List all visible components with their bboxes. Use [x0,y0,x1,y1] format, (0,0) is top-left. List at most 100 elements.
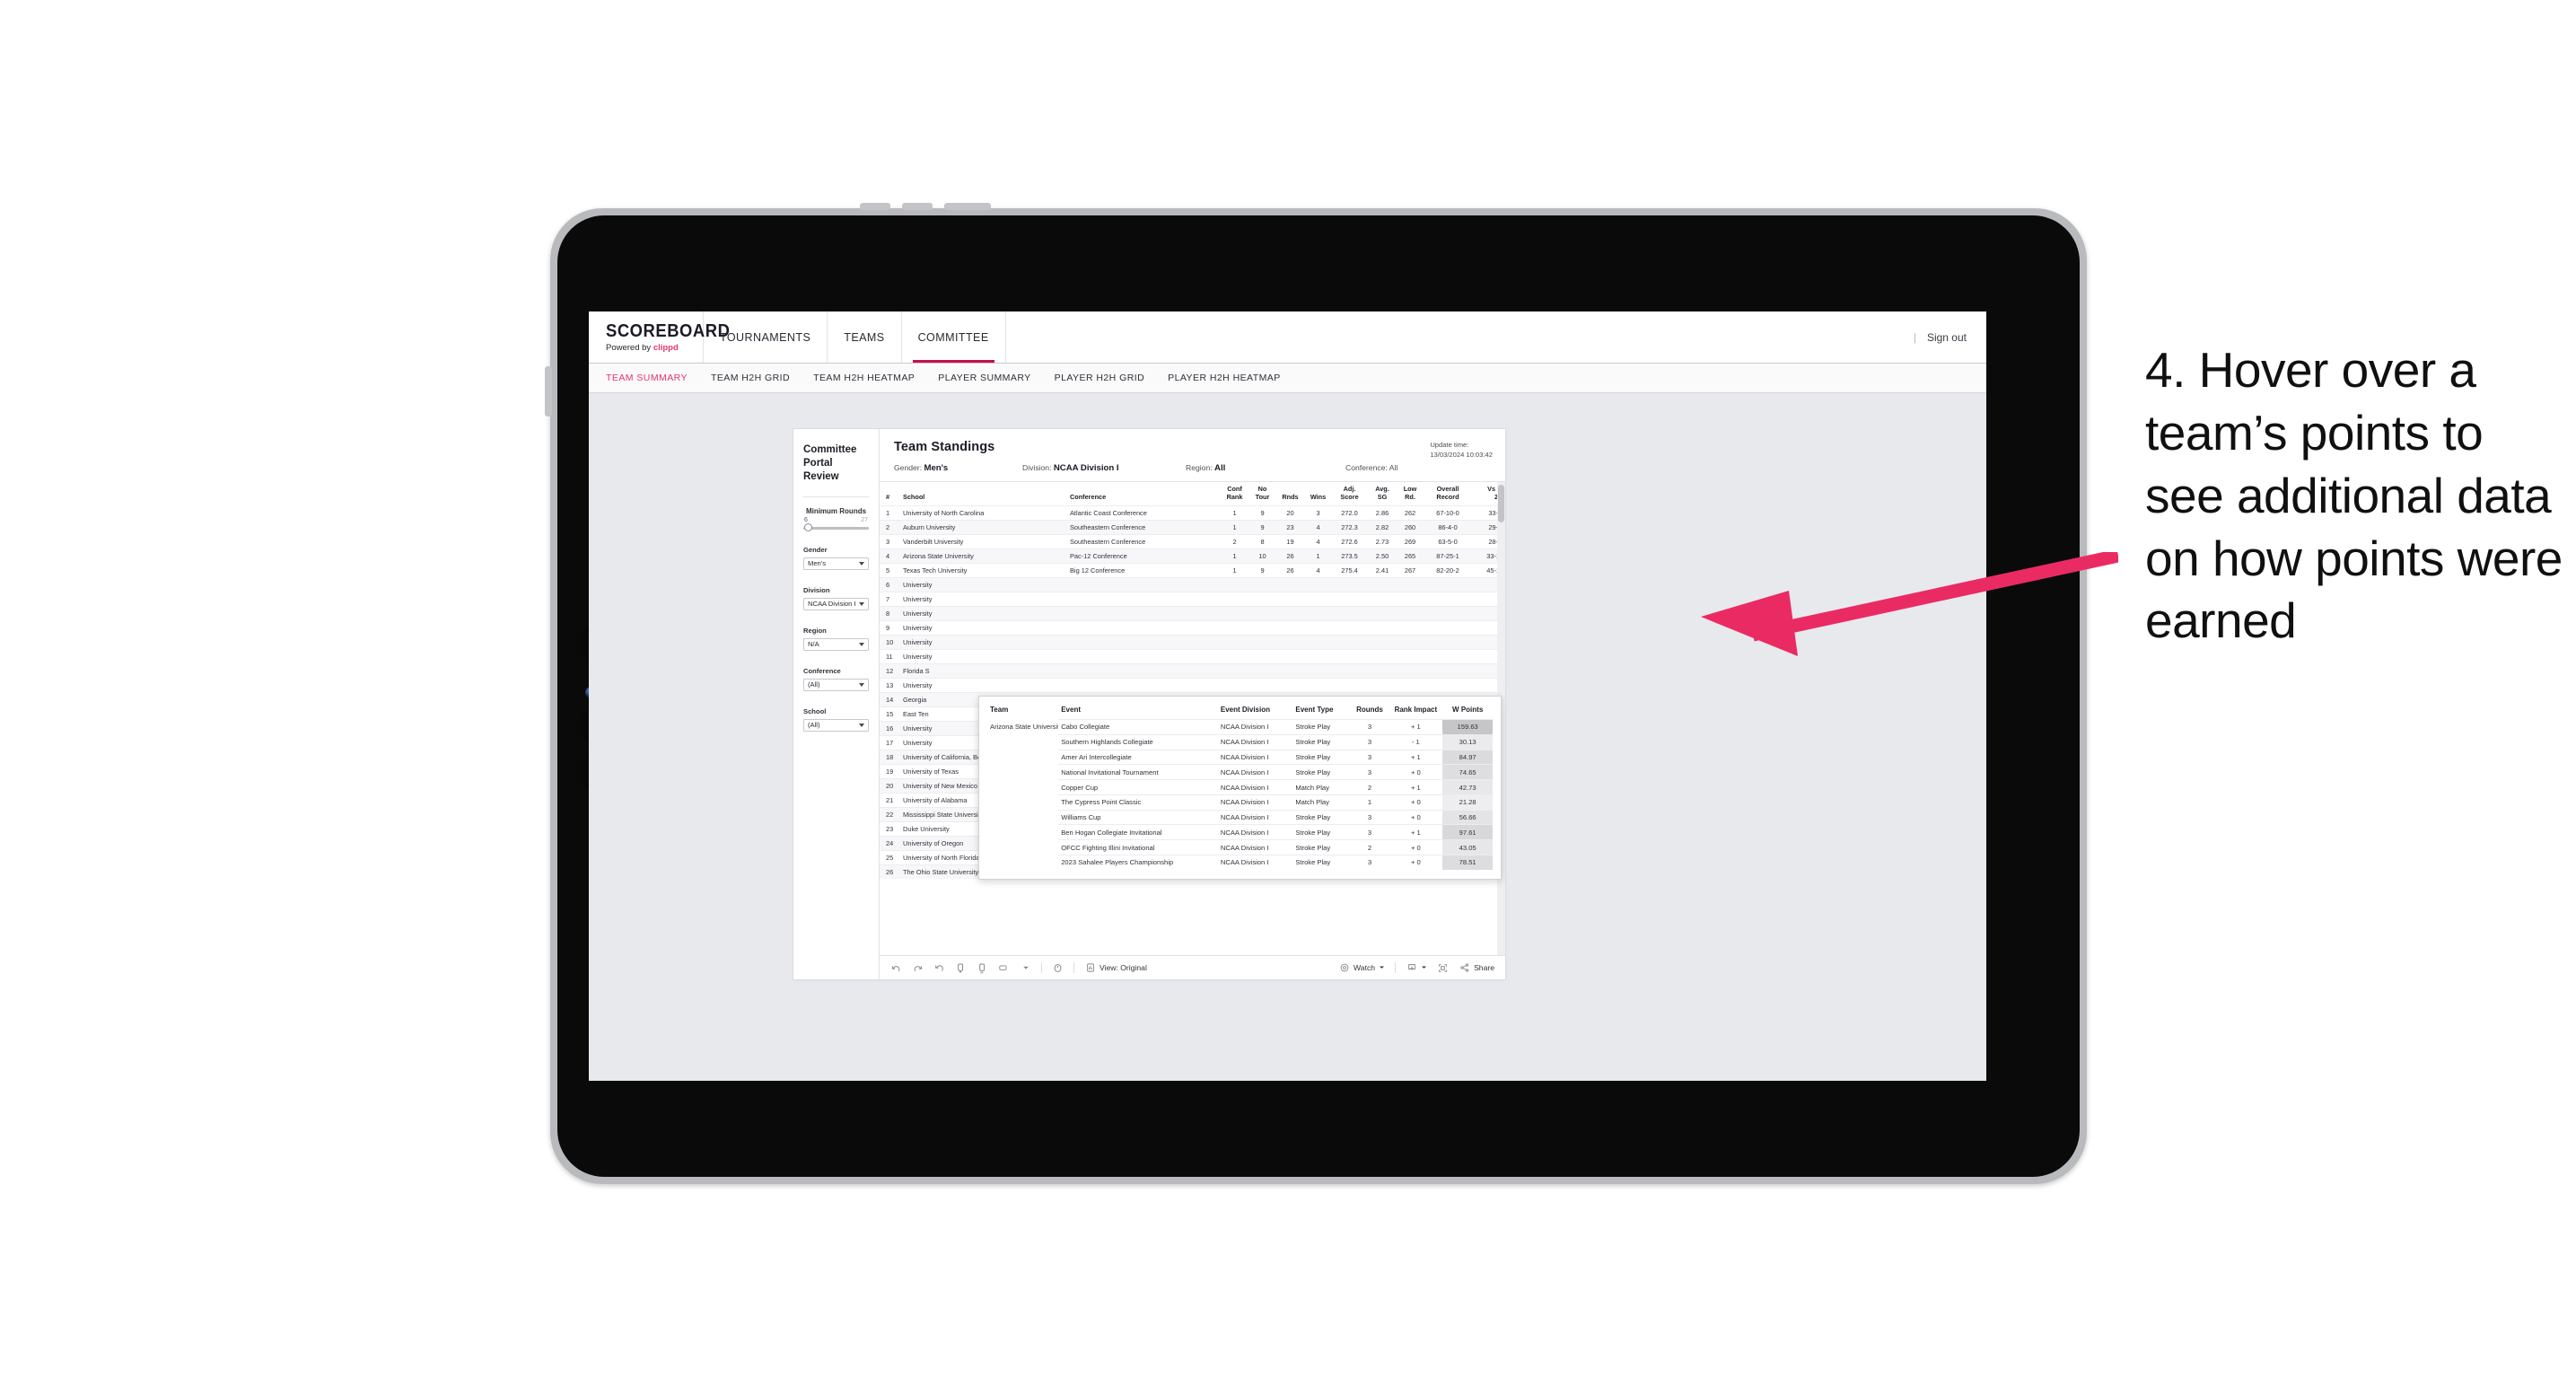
chevron-down-icon[interactable] [1020,962,1031,974]
cell-low_rd [1398,606,1423,621]
topnav-item-teams[interactable]: TEAMS [828,311,902,363]
standings-col-8[interactable]: Avg. SG [1367,482,1398,506]
standings-col-4[interactable]: No Tour [1249,482,1276,506]
watch-button[interactable]: Watch [1338,962,1385,974]
subnav-item-team-summary[interactable]: TEAM SUMMARY [606,373,688,383]
cell-rank: 3 [880,534,897,549]
fullscreen-icon[interactable] [1437,962,1449,974]
tooltip-cell-event_division: NCAA Division I [1217,779,1293,795]
table-row[interactable]: 7 University [880,592,1505,607]
redo-icon[interactable] [912,962,924,974]
cell-low_rd: 269 [1398,534,1423,549]
subnav-item-player-h2h-grid[interactable]: PLAYER H2H GRID [1055,373,1145,383]
web-app-page: SCOREBOARD Powered by clippd TOURNAMENTS… [589,311,1986,1081]
cell-avg_sg [1367,663,1398,679]
cell-rnds: 19 [1276,534,1304,549]
table-row[interactable]: 10 University [880,635,1505,650]
device-button-left [545,366,552,417]
cell-rnds: 26 [1276,548,1304,564]
tooltip-cell-rounds: 3 [1350,764,1389,780]
device-layout-icon[interactable] [998,962,1010,974]
table-row[interactable]: 8 University [880,606,1505,621]
table-row[interactable]: 5 Texas Tech University Big 12 Conference 1… [880,563,1505,578]
download-button[interactable] [1406,962,1427,974]
tooltip-header-row: Team Event Event Division Event Type Rounds R… [987,704,1493,720]
cell-rnds [1276,620,1304,636]
cell-rank: 4 [880,548,897,564]
device-button-top-3 [944,203,991,210]
topnav-spacer [1006,311,1914,363]
minimum-rounds-slider[interactable] [803,523,869,532]
standings-col-3[interactable]: Conf Rank [1221,482,1249,506]
table-row[interactable]: 2 Auburn University Southeastern Conferenc… [880,520,1505,535]
revert-icon[interactable] [933,962,945,974]
standings-col-2[interactable]: Conference [1064,482,1221,506]
standings-col-10[interactable]: Overall Record [1423,482,1473,506]
standings-col-5[interactable]: Rnds [1276,482,1304,506]
table-scrollbar-thumb[interactable] [1498,485,1504,522]
tooltip-cell-rounds: 3 [1350,855,1389,870]
cell-rnds [1276,663,1304,679]
standings-col-9[interactable]: Low Rd. [1398,482,1423,506]
cell-rank: 10 [880,635,897,650]
undo-icon[interactable] [890,962,902,974]
cell-conf_rank: 1 [1221,505,1249,521]
cell-conference [1064,678,1221,693]
standings-col-7[interactable]: Adj. Score [1332,482,1367,506]
table-row[interactable]: 1 University of North Carolina Atlantic Co… [880,505,1505,521]
cell-school: University [897,649,1064,664]
slider-handle[interactable] [804,523,812,532]
region-select[interactable]: N/A [803,637,869,651]
table-row[interactable]: 9 University [880,620,1505,636]
alerts-icon[interactable] [1052,962,1064,974]
table-row[interactable]: 12 Florida S [880,663,1505,679]
cell-overall: 82-20-2 [1423,563,1473,578]
view-original-button[interactable]: View: Original [1084,962,1147,974]
topnav-item-tournaments[interactable]: TOURNAMENTS [704,311,828,363]
filter-label-school: School [803,706,827,715]
subnav-item-player-summary[interactable]: PLAYER SUMMARY [938,373,1030,383]
cell-adj_score: 273.5 [1332,548,1367,564]
subnav-item-player-h2h-heatmap[interactable]: PLAYER H2H HEATMAP [1168,373,1281,383]
brand-logo[interactable]: SCOREBOARD Powered by clippd [589,311,730,363]
school-select[interactable]: (All) [803,718,869,732]
cell-conf_rank: 1 [1221,548,1249,564]
subnav-item-team-h2h-grid[interactable]: TEAM H2H GRID [711,373,790,383]
pause-updates-icon[interactable] [977,962,988,974]
cell-no_tour [1249,606,1276,621]
signout-link[interactable]: Sign out [1927,331,1967,344]
cell-overall [1423,592,1473,607]
summary-division: Division: NCAA Division I [1022,463,1186,473]
cell-rank: 18 [880,750,897,765]
refresh-data-icon[interactable] [955,962,967,974]
cell-adj_score [1332,663,1367,679]
tooltip-table-body: Arizona State University Cabo Collegiate N… [987,719,1493,870]
summary-conference: Conference: All [1345,463,1398,473]
cell-rank: 15 [880,706,897,722]
division-select[interactable]: NCAA Division I [803,597,869,610]
share-button[interactable]: Share [1459,962,1494,974]
tooltip-cell-event_division: NCAA Division I [1217,809,1293,825]
table-row[interactable]: 3 Vanderbilt University Southeastern Confe… [880,534,1505,549]
standings-col-0[interactable]: # [880,482,897,506]
cell-rank: 8 [880,606,897,621]
standings-col-6[interactable]: Wins [1304,482,1332,506]
cell-adj_score: 272.3 [1332,520,1367,535]
tooltip-cell-event_division: NCAA Division I [1217,824,1293,840]
subnav-item-team-h2h-heatmap[interactable]: TEAM H2H HEATMAP [813,373,915,383]
standings-col-1[interactable]: School [897,482,1064,506]
gender-select[interactable]: Men's [803,557,869,570]
cell-wins [1304,663,1332,679]
cell-conf_rank: 1 [1221,563,1249,578]
table-row[interactable]: 4 Arizona State University Pac-12 Conferen… [880,548,1505,564]
cell-no_tour [1249,678,1276,693]
slider-range-labels: 6 27 [803,517,869,523]
tooltip-cell-rank_impact: - 1 [1389,733,1443,750]
cell-school: University [897,606,1064,621]
table-row[interactable]: 11 University [880,649,1505,664]
topnav-item-committee[interactable]: COMMITTEE [902,311,1006,363]
table-row[interactable]: 6 University [880,577,1505,592]
tooltip-cell-rank_impact: + 0 [1389,809,1443,825]
conference-select[interactable]: (All) [803,678,869,691]
table-row[interactable]: 13 University [880,678,1505,693]
